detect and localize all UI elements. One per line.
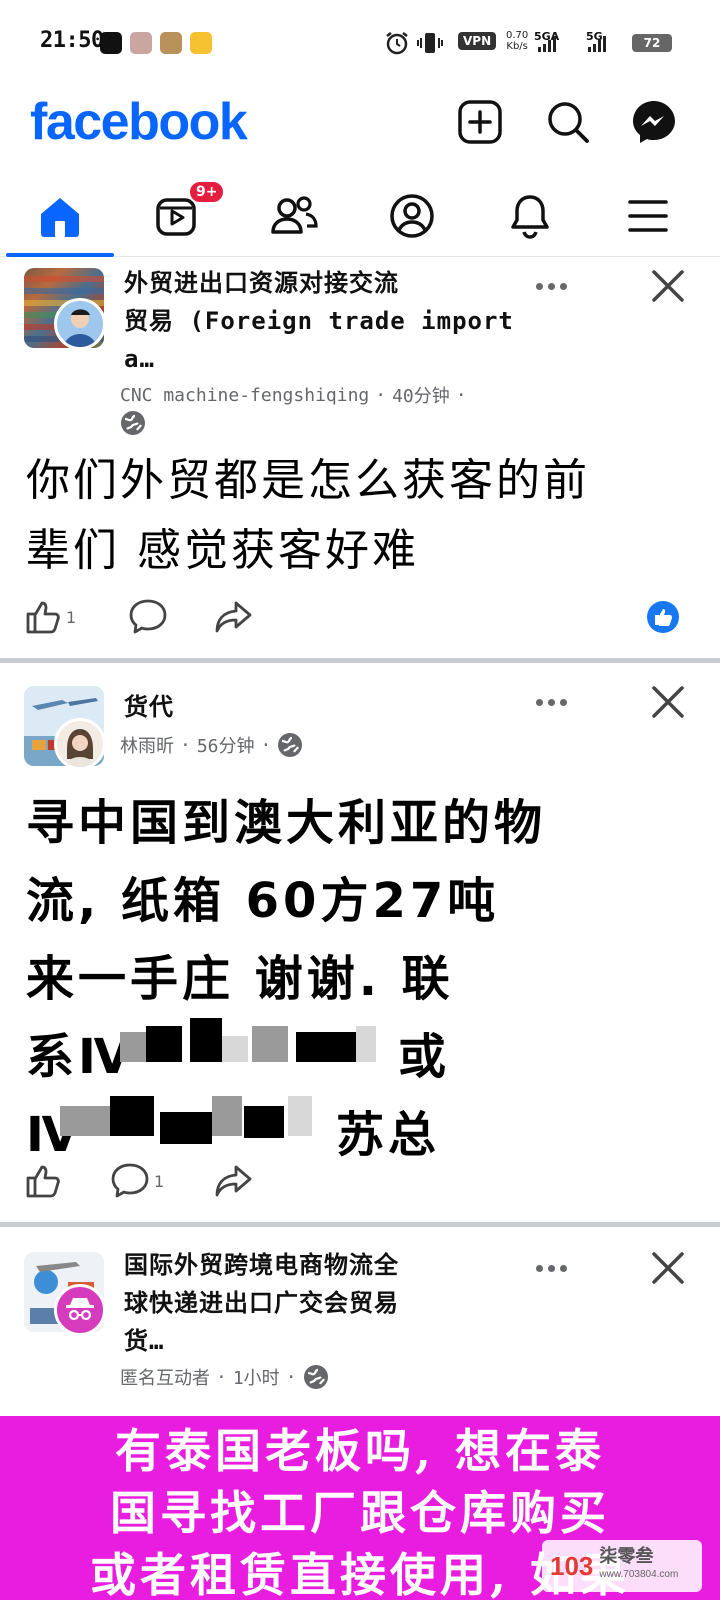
like-reaction-icon: [647, 601, 679, 633]
like-button[interactable]: [24, 1156, 62, 1206]
post-1: 外贸进出口资源对接交流 贸易 (Foreign trade import a… …: [0, 258, 720, 658]
search-button[interactable]: [544, 98, 592, 146]
bell-icon: [511, 195, 549, 239]
tiktok-notification-icon: [100, 32, 122, 54]
profile-icon: [390, 194, 434, 238]
facebook-logo[interactable]: facebook: [30, 92, 248, 152]
post-time[interactable]: 1小时: [233, 1364, 280, 1390]
share-button[interactable]: [214, 592, 254, 642]
post-actions: 1: [0, 1156, 720, 1206]
post-time[interactable]: 40分钟: [392, 382, 450, 408]
notification-badge: 9+: [188, 180, 226, 204]
network-speed: 0.70 Kb/s: [506, 30, 529, 52]
tab-profile[interactable]: [362, 176, 462, 256]
comment-button[interactable]: 1: [110, 1156, 164, 1206]
search-icon: [548, 102, 589, 143]
watermark: 103 柒零叁 www.703804.com: [542, 1540, 702, 1592]
home-icon: [41, 198, 79, 237]
group-name[interactable]: 外贸进出口资源对接交流 贸易 (Foreign trade import a…: [124, 264, 514, 378]
user-avatar[interactable]: [54, 718, 106, 770]
like-count: 1: [66, 607, 77, 627]
author-name[interactable]: 匿名互动者: [120, 1364, 210, 1390]
tab-menu[interactable]: [598, 176, 698, 256]
post-text-banner[interactable]: 有泰国老板吗, 想在泰 国寻找工厂跟仓库购买 或者租赁直接使用, 如果 103 …: [0, 1416, 720, 1600]
author-name[interactable]: 林雨昕: [120, 732, 174, 758]
comment-icon: [129, 599, 167, 634]
more-options-button[interactable]: [536, 692, 580, 712]
comment-icon: [111, 1163, 149, 1198]
post-time[interactable]: 56分钟: [197, 732, 255, 758]
anonymous-icon: [66, 1298, 94, 1321]
close-icon[interactable]: [648, 682, 688, 722]
tab-notifications[interactable]: [480, 176, 580, 256]
group-name[interactable]: 货代: [124, 688, 174, 726]
thumbs-up-icon: [26, 601, 60, 634]
like-button[interactable]: 1: [24, 592, 76, 642]
tab-bar: 9+: [0, 176, 720, 257]
post-meta: 匿名互动者 · 1小时 ·: [120, 1364, 329, 1390]
globe-icon: [303, 1365, 328, 1389]
status-bar: 21:50 VPN 0.70 Kb/s 5GA 5G 72: [0, 0, 720, 80]
create-post-button[interactable]: [456, 98, 504, 146]
post-actions: 1: [0, 592, 720, 642]
more-options-button[interactable]: [536, 276, 580, 296]
share-icon: [215, 601, 252, 633]
close-icon[interactable]: [648, 266, 688, 306]
post-meta: 林雨昕 · 56分钟 ·: [120, 732, 303, 758]
messenger-button[interactable]: [630, 98, 678, 146]
group-name[interactable]: 国际外贸跨境电商物流全 球快递进出口广交会贸易 货…: [124, 1246, 399, 1360]
alarm-icon: [386, 32, 408, 55]
more-options-button[interactable]: [536, 1258, 580, 1278]
app-notification-icon: [160, 32, 182, 54]
anonymous-avatar[interactable]: [54, 1284, 106, 1336]
app-header: facebook: [0, 92, 720, 162]
vibrate-icon: [417, 33, 443, 53]
user-avatar[interactable]: [54, 298, 106, 350]
post-2: 货代 林雨昕 · 56分钟 · 寻中国到澳大利亚的物 流, 纸箱 60方27吨 …: [0, 666, 720, 1222]
share-icon: [215, 1165, 252, 1197]
tab-home[interactable]: [10, 176, 110, 256]
thumbs-up-icon: [26, 1165, 60, 1198]
app-notification-icon: [130, 32, 152, 54]
clock: 21:50: [40, 28, 104, 53]
menu-icon: [628, 200, 668, 232]
post-divider: [0, 1222, 720, 1227]
post-3: 国际外贸跨境电商物流全 球快递进出口广交会贸易 货… 匿名互动者 · 1小时 ·: [0, 1230, 720, 1416]
post-text: 你们外贸都是怎么获客的前 辈们 感觉获客好难: [26, 455, 590, 576]
close-icon[interactable]: [648, 1248, 688, 1288]
comment-count: 1: [154, 1171, 165, 1191]
vpn-indicator: VPN: [458, 32, 497, 50]
signal-bars-1: [538, 36, 556, 52]
messenger-icon: [633, 101, 675, 143]
author-name[interactable]: CNC machine-fengshiqing: [120, 385, 369, 406]
app-notification-icon: [190, 32, 212, 54]
globe-icon: [278, 733, 303, 757]
plus-square-icon: [458, 100, 502, 144]
comment-button[interactable]: [128, 592, 168, 642]
friends-icon: [271, 196, 318, 234]
active-tab-indicator: [6, 253, 114, 257]
globe-icon: [121, 411, 145, 435]
tab-friends[interactable]: [244, 176, 344, 256]
share-button[interactable]: [214, 1156, 254, 1206]
post-divider: [0, 658, 720, 663]
signal-bars-2: [588, 36, 606, 52]
post-meta: CNC machine-fengshiqing · 40分钟 ·: [120, 382, 467, 408]
battery-indicator: 72: [632, 34, 672, 52]
